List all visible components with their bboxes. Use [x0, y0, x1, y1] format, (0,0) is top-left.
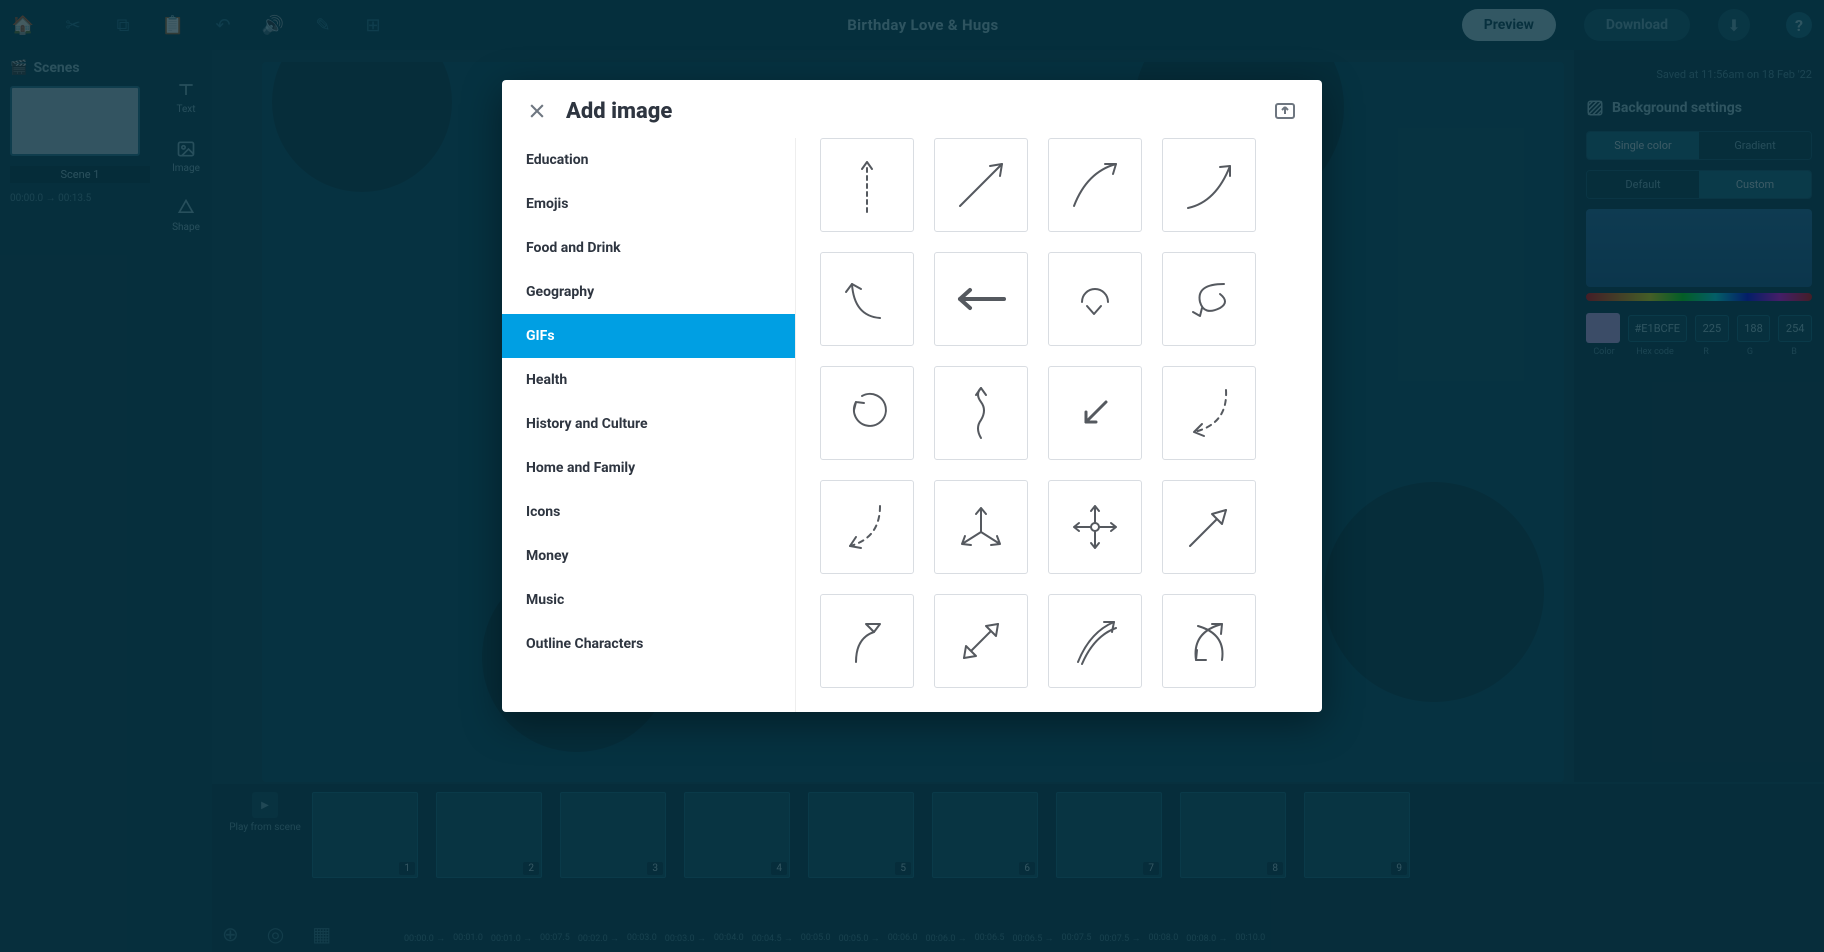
- category-item-money[interactable]: Money: [502, 534, 795, 578]
- category-item-outline-characters[interactable]: Outline Characters: [502, 622, 795, 666]
- image-item-arrow-upright-curve[interactable]: [1048, 138, 1142, 232]
- image-item-arrow-dashed-curve-down[interactable]: [1162, 366, 1256, 460]
- image-grid: [820, 138, 1304, 688]
- image-item-arrow-four-way[interactable]: [1048, 480, 1142, 574]
- image-item-arrow-loop-down[interactable]: [1048, 252, 1142, 346]
- image-item-arrow-dashed-curve-left[interactable]: [820, 480, 914, 574]
- image-item-arrow-three-way[interactable]: [934, 480, 1028, 574]
- image-item-arrow-up-dashed[interactable]: [820, 138, 914, 232]
- modal-overlay[interactable]: Add image EducationEmojisFood and DrinkG…: [0, 0, 1824, 952]
- image-item-arrow-back-left[interactable]: [820, 252, 914, 346]
- category-item-food-and-drink[interactable]: Food and Drink: [502, 226, 795, 270]
- image-item-arrow-double-curve-up[interactable]: [1048, 594, 1142, 688]
- category-item-music[interactable]: Music: [502, 578, 795, 622]
- image-item-arrow-double-diag[interactable]: [934, 594, 1028, 688]
- image-item-arrow-circle[interactable]: [820, 366, 914, 460]
- category-item-geography[interactable]: Geography: [502, 270, 795, 314]
- category-list[interactable]: EducationEmojisFood and DrinkGeographyGI…: [502, 138, 796, 712]
- image-item-arrow-wavy-up[interactable]: [934, 366, 1028, 460]
- category-item-history-and-culture[interactable]: History and Culture: [502, 402, 795, 446]
- image-item-arrow-downleft-small[interactable]: [1048, 366, 1142, 460]
- image-item-arrow-upright-straight[interactable]: [934, 138, 1028, 232]
- category-item-health[interactable]: Health: [502, 358, 795, 402]
- category-item-education[interactable]: Education: [502, 138, 795, 182]
- image-item-arrow-spiral[interactable]: [1162, 252, 1256, 346]
- add-image-modal: Add image EducationEmojisFood and DrinkG…: [502, 80, 1322, 712]
- image-item-arrow-upright-outline[interactable]: [1162, 480, 1256, 574]
- image-grid-scroll[interactable]: [796, 138, 1322, 712]
- image-item-arrow-left-bold[interactable]: [934, 252, 1028, 346]
- image-item-arrow-double-loop[interactable]: [1162, 594, 1256, 688]
- image-item-arrow-upright-swoosh[interactable]: [1162, 138, 1256, 232]
- category-item-emojis[interactable]: Emojis: [502, 182, 795, 226]
- modal-header: Add image: [502, 80, 1322, 130]
- close-icon[interactable]: [526, 100, 548, 122]
- category-item-home-and-family[interactable]: Home and Family: [502, 446, 795, 490]
- category-item-gifs[interactable]: GIFs: [502, 314, 795, 358]
- image-item-arrow-hook-up[interactable]: [820, 594, 914, 688]
- category-item-icons[interactable]: Icons: [502, 490, 795, 534]
- modal-title: Add image: [566, 99, 672, 124]
- upload-icon[interactable]: [1272, 98, 1298, 124]
